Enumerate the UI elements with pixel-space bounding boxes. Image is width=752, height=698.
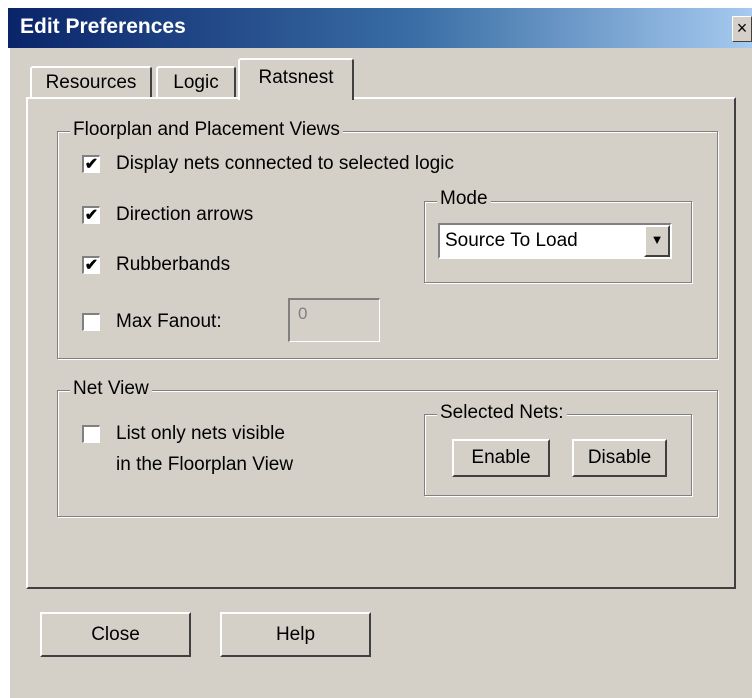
tab-resources-label: Resources — [45, 72, 137, 93]
mode-legend: Mode — [437, 188, 491, 210]
tab-ratsnest-label: Ratsnest — [258, 67, 334, 88]
check-icon: ✔ — [84, 257, 99, 274]
max-fanout-label: Max Fanout: — [116, 311, 222, 332]
list-only-label-line2: in the Floorplan View — [116, 454, 294, 475]
list-only-visible-checkbox[interactable] — [82, 425, 100, 443]
display-nets-checkbox[interactable]: ✔ — [82, 155, 100, 173]
tab-resources[interactable]: Resources — [30, 66, 152, 98]
net-view-legend: Net View — [70, 378, 152, 400]
floorplan-group-legend: Floorplan and Placement Views — [70, 119, 343, 141]
selected-nets-legend: Selected Nets: — [437, 402, 567, 424]
window-title: Edit Preferences — [20, 15, 186, 38]
close-window-icon[interactable]: × — [732, 16, 752, 42]
help-button[interactable]: Help — [220, 612, 371, 657]
display-nets-label: Display nets connected to selected logic — [116, 153, 454, 174]
tab-logic[interactable]: Logic — [156, 66, 236, 98]
chevron-down-icon[interactable]: ▼ — [644, 225, 670, 257]
list-only-label-line1: List only nets visible — [116, 423, 285, 444]
enable-button[interactable]: Enable — [452, 439, 550, 477]
check-icon: ✔ — [84, 207, 99, 224]
title-bar[interactable]: Edit Preferences × — [8, 8, 752, 48]
tab-logic-label: Logic — [173, 72, 219, 93]
max-fanout-checkbox[interactable] — [82, 313, 100, 331]
rubberbands-label: Rubberbands — [116, 254, 231, 275]
rubberbands-checkbox[interactable]: ✔ — [82, 256, 100, 274]
disable-button[interactable]: Disable — [572, 439, 667, 477]
mode-select[interactable]: Source To Load ▼ — [438, 223, 672, 259]
direction-arrows-label: Direction arrows — [116, 204, 254, 225]
direction-arrows-checkbox[interactable]: ✔ — [82, 206, 100, 224]
close-button[interactable]: Close — [40, 612, 191, 657]
max-fanout-input[interactable]: 0 — [288, 298, 380, 342]
check-icon: ✔ — [84, 156, 99, 173]
mode-selected-value: Source To Load — [445, 230, 578, 251]
tab-ratsnest[interactable]: Ratsnest — [238, 58, 354, 100]
